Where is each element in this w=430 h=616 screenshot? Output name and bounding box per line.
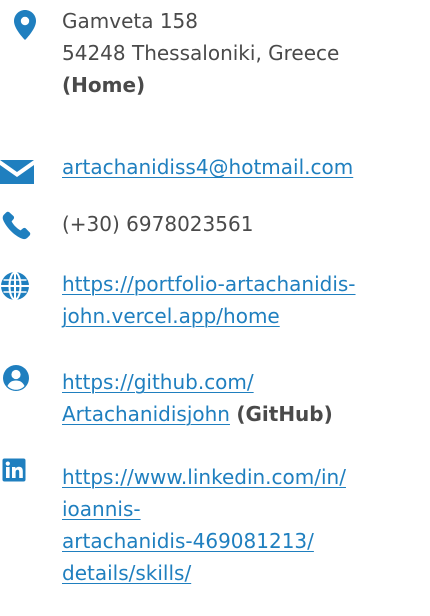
linkedin-icon (2, 458, 26, 482)
email-text: artachanidiss4@hotmail.com (62, 151, 430, 183)
phone-icon (2, 210, 32, 240)
envelope-icon (0, 160, 34, 184)
address-label: (Home) (62, 73, 146, 97)
user-circle-icon (2, 364, 30, 392)
phone-number: (+30) 6978023561 (62, 212, 254, 236)
linkedin-link-line4[interactable]: details/skills/ (62, 557, 430, 589)
map-marker-icon (14, 10, 36, 40)
linkedin-text: https://www.linkedin.com/in/ ioannis- ar… (62, 461, 430, 589)
github-text: https://github.com/ Artachanidisjohn (Gi… (62, 366, 430, 430)
address-line1: Gamveta 158 (62, 9, 199, 33)
address-text: Gamveta 158 54248 Thessaloniki, Greece (… (62, 5, 430, 101)
website-link-line2[interactable]: john.vercel.app/home (62, 300, 430, 332)
globe-icon (0, 271, 30, 301)
github-label: (GitHub) (236, 402, 333, 426)
linkedin-link-line1[interactable]: https://www.linkedin.com/in/ (62, 461, 430, 493)
github-line2: Artachanidisjohn (GitHub) (62, 398, 430, 430)
linkedin-link-line2[interactable]: ioannis- (62, 493, 430, 525)
email-link[interactable]: artachanidiss4@hotmail.com (62, 151, 430, 183)
linkedin-link-line3[interactable]: artachanidis-469081213/ (62, 525, 430, 557)
address-line2: 54248 Thessaloniki, Greece (62, 41, 340, 65)
github-link-line2[interactable]: Artachanidisjohn (62, 402, 230, 426)
phone-text: (+30) 6978023561 (62, 208, 430, 240)
github-link-line1[interactable]: https://github.com/ (62, 366, 430, 398)
website-link-line1[interactable]: https://portfolio-artachanidis- (62, 268, 430, 300)
website-text: https://portfolio-artachanidis- john.ver… (62, 268, 430, 332)
